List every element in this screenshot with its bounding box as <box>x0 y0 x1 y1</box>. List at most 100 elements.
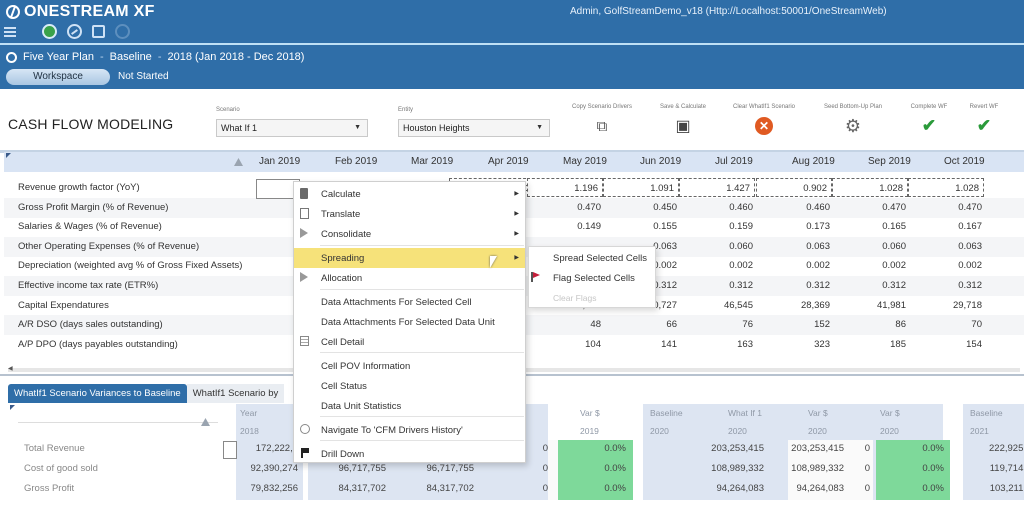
grid-cell[interactable]: 96,717,755 <box>306 463 386 474</box>
grid-cell[interactable]: 84,317,702 <box>306 483 386 494</box>
column-header[interactable]: Sep 2019 <box>868 156 911 167</box>
grid-cell[interactable]: 0.165 <box>836 221 906 232</box>
tab-variances-to-baseline[interactable]: WhatIf1 Scenario Variances to Baseline <box>8 384 187 403</box>
breadcrumb-item[interactable]: Baseline <box>110 51 152 63</box>
grid-cell[interactable]: 86 <box>836 319 906 330</box>
grid-cell[interactable]: 0 <box>468 463 548 474</box>
menu-item-translate[interactable]: Translate ▶ <box>294 204 525 224</box>
grid-cell[interactable]: 29,718 <box>912 300 982 311</box>
grid-cell[interactable]: 79,832,256 <box>218 483 298 494</box>
grid-cell[interactable]: 0.470 <box>531 202 601 213</box>
menu-icon[interactable] <box>4 26 16 37</box>
grid-cell[interactable]: 154 <box>912 339 982 350</box>
revert-wf-button[interactable]: Revert WF ✔ <box>939 104 1024 135</box>
grid-cell[interactable]: 0 <box>790 463 870 474</box>
grid-cell[interactable]: 0.060 <box>836 241 906 252</box>
grid-cell[interactable]: 0.460 <box>760 202 830 213</box>
grid-cell[interactable]: 0.902 <box>756 178 832 197</box>
grid-cell[interactable]: 76 <box>683 319 753 330</box>
menu-item-data-attachments-for-selected-cell[interactable]: Data Attachments For Selected Cell <box>294 292 525 312</box>
column-header[interactable]: Jan 2019 <box>259 156 300 167</box>
menu-item-navigate-to-cfm-drivers-history[interactable]: Navigate To 'CFM Drivers History' <box>294 420 525 440</box>
grid-cell[interactable]: 0.470 <box>912 202 982 213</box>
grid-cell[interactable]: 1.091 <box>603 178 679 197</box>
grid-cell[interactable]: 48 <box>531 319 601 330</box>
tab-scenario-by[interactable]: WhatIf1 Scenario by <box>186 384 285 403</box>
grid-cell[interactable]: 0.002 <box>683 260 753 271</box>
grid-cell[interactable]: 0.0% <box>864 443 944 454</box>
grid-cell[interactable]: 185 <box>836 339 906 350</box>
circle-icon[interactable] <box>115 24 130 39</box>
grid-cell[interactable]: 0.002 <box>760 260 830 271</box>
grid-cell[interactable]: 104 <box>531 339 601 350</box>
grid-cell[interactable]: 1.028 <box>908 178 984 197</box>
grid-cell[interactable]: 119,714, <box>946 463 1024 474</box>
breadcrumb-item[interactable]: 2018 (Jan 2018 - Dec 2018) <box>167 51 304 63</box>
grid-cell[interactable]: 0.0% <box>546 463 626 474</box>
column-header[interactable]: Aug 2019 <box>792 156 835 167</box>
submenu-item-spread-selected-cells[interactable]: Spread Selected Cells <box>553 253 647 264</box>
menu-item-cell-status[interactable]: Cell Status <box>294 376 525 396</box>
save-calculate-button[interactable]: Save & Calculate ▣ <box>638 104 728 135</box>
grid-cell[interactable]: 152 <box>760 319 830 330</box>
menu-item-calculate[interactable]: Calculate ▶ <box>294 184 525 204</box>
grid-cell[interactable]: 0.312 <box>912 280 982 291</box>
grid-cell[interactable]: 108,989,332 <box>684 463 764 474</box>
menu-item-data-unit-statistics[interactable]: Data Unit Statistics <box>294 396 525 416</box>
grid-cell[interactable]: 141 <box>607 339 677 350</box>
menu-item-data-attachments-for-selected-data-unit[interactable]: Data Attachments For Selected Data Unit <box>294 312 525 332</box>
grid-cell[interactable]: 92,390,274 <box>218 463 298 474</box>
grid-cell[interactable]: 0.063 <box>912 241 982 252</box>
grid-cell[interactable]: 0.002 <box>912 260 982 271</box>
grid-cell[interactable]: 0.002 <box>836 260 906 271</box>
filter-icon[interactable] <box>234 158 243 166</box>
column-header[interactable]: Mar 2019 <box>411 156 453 167</box>
grid-cell[interactable]: 0.0% <box>546 483 626 494</box>
grid-cell[interactable]: 1.427 <box>679 178 755 197</box>
grid-cell[interactable]: 0.450 <box>607 202 677 213</box>
workspace-button[interactable]: Workspace <box>6 69 110 85</box>
grid-cell[interactable]: 0.460 <box>683 202 753 213</box>
grid-cell[interactable]: 46,545 <box>683 300 753 311</box>
grid-cell[interactable]: 103,211, <box>946 483 1024 494</box>
grid-cell[interactable]: 0.060 <box>683 241 753 252</box>
scenario-dropdown[interactable]: What If 1 ▼ <box>216 119 368 137</box>
column-header[interactable]: May 2019 <box>563 156 607 167</box>
menu-item-cell-detail[interactable]: Cell Detail <box>294 332 525 352</box>
submenu-item-flag-selected-cells[interactable]: Flag Selected Cells <box>553 273 635 284</box>
column-header[interactable]: Feb 2019 <box>335 156 377 167</box>
grid-cell[interactable]: 41,981 <box>836 300 906 311</box>
grid-cell[interactable]: 84,317,702 <box>394 483 474 494</box>
clear-scenario-button[interactable]: Clear WhatIf1 Scenario ✕ <box>719 104 809 135</box>
grid-cell[interactable]: 222,925, <box>946 443 1024 454</box>
grid-cell[interactable]: 0.167 <box>912 221 982 232</box>
grid-cell[interactable]: 0.312 <box>683 280 753 291</box>
grid-cell[interactable]: 0.149 <box>531 221 601 232</box>
documents-icon[interactable] <box>92 25 105 38</box>
grid-cell[interactable]: 0.063 <box>760 241 830 252</box>
grid-cell[interactable]: 66 <box>607 319 677 330</box>
grid-cell[interactable]: 323 <box>760 339 830 350</box>
copy-scenario-drivers-button[interactable]: Copy Scenario Drivers ⧉ <box>557 104 647 135</box>
grid-cell[interactable]: 0.173 <box>760 221 830 232</box>
grid-cell[interactable]: 203,253,415 <box>684 443 764 454</box>
column-header[interactable]: Jul 2019 <box>715 156 753 167</box>
grid-cell[interactable]: 0.470 <box>836 202 906 213</box>
grid-cell[interactable]: 0.0% <box>546 443 626 454</box>
menu-item-allocation[interactable]: Allocation <box>294 268 525 288</box>
column-header[interactable]: Jun 2019 <box>640 156 681 167</box>
menu-item-cell-pov-information[interactable]: Cell POV Information <box>294 356 525 376</box>
grid-cell[interactable]: 0 <box>468 483 548 494</box>
grid-cell[interactable]: 172,222,5 <box>218 443 298 454</box>
grid-cell[interactable]: 70 <box>912 319 982 330</box>
menu-item-drill-down[interactable]: Drill Down <box>294 444 525 464</box>
column-header[interactable]: Oct 2019 <box>944 156 985 167</box>
entity-dropdown[interactable]: Houston Heights ▼ <box>398 119 550 137</box>
grid-cell[interactable]: 96,717,755 <box>394 463 474 474</box>
grid-cell[interactable]: 0 <box>790 443 870 454</box>
grid-cell[interactable]: 0.312 <box>760 280 830 291</box>
grid-cell[interactable]: 0.0% <box>864 463 944 474</box>
column-header[interactable]: Apr 2019 <box>488 156 529 167</box>
breadcrumb-item[interactable]: Five Year Plan <box>23 51 94 63</box>
grid-cell[interactable]: 163 <box>683 339 753 350</box>
